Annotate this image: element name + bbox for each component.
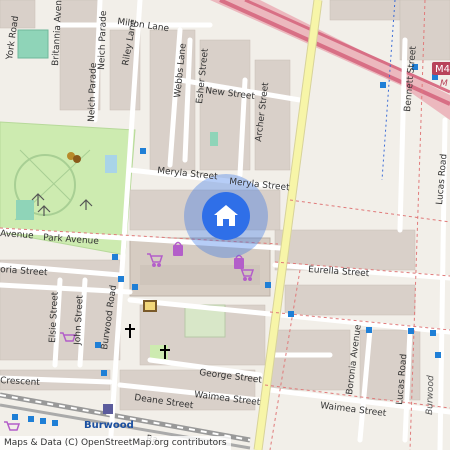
label-crescent: Crescent bbox=[0, 376, 41, 388]
label-burwood-suburb: Burwood bbox=[425, 375, 436, 415]
map-attribution: Maps & Data (C) OpenStreetMap.org contri… bbox=[0, 436, 231, 450]
svg-text:M: M bbox=[440, 79, 448, 89]
label-neich-parade-2: Neich Parade bbox=[87, 62, 99, 122]
map-canvas[interactable]: M4 M Milton Lane York Road Britannia Ave… bbox=[0, 0, 450, 450]
shopping-cart-icon-4 bbox=[4, 421, 21, 431]
m4-shield: M4 bbox=[432, 62, 450, 75]
svg-text:M4: M4 bbox=[435, 64, 450, 75]
label-burwood-station: Burwood bbox=[84, 420, 134, 431]
train-station-icon bbox=[103, 404, 113, 414]
label-park-avenue-1: Avenue bbox=[0, 229, 34, 241]
label-neich-parade: Neich Parade bbox=[97, 10, 109, 70]
church-icon bbox=[125, 324, 135, 338]
label-lucas-road-2: Lucas Road bbox=[435, 153, 449, 205]
cinema-icon bbox=[143, 300, 157, 312]
map-svg: M4 M Milton Lane York Road Britannia Ave… bbox=[0, 0, 450, 450]
